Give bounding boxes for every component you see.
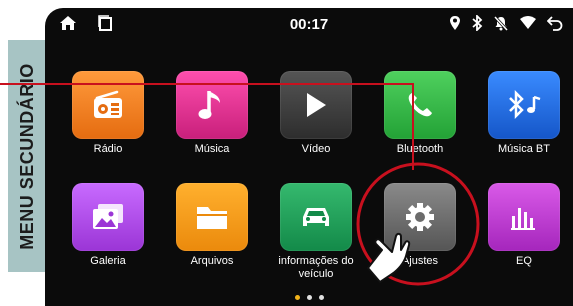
callout-line (0, 83, 414, 170)
callout-overlay (0, 83, 480, 286)
tap-hand-icon (367, 232, 411, 283)
